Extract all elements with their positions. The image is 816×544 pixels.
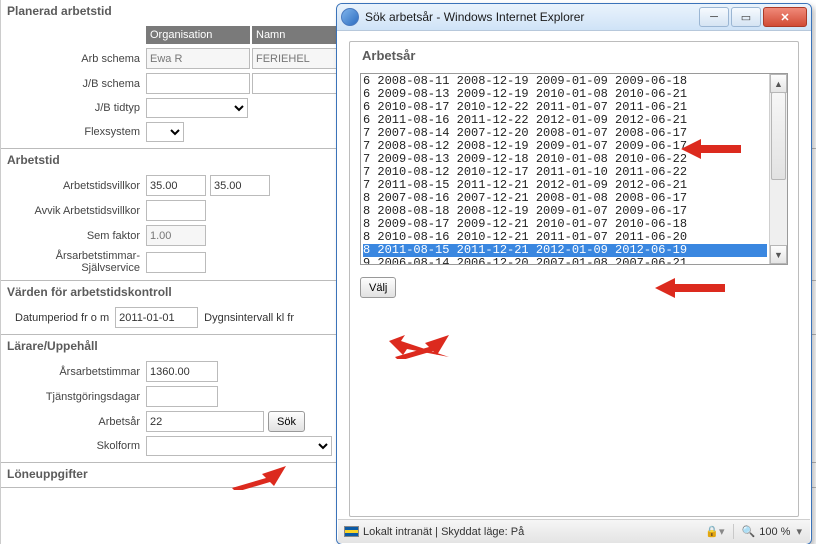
close-button[interactable]: ✕ (763, 7, 807, 27)
label-arsarbetstimmar: Årsarbetstimmar (7, 366, 146, 378)
tjanst-input[interactable] (146, 386, 218, 407)
scrollbar[interactable]: ▲ ▼ (769, 74, 787, 264)
zoom-dropdown-icon[interactable]: ▾ (794, 525, 804, 538)
label-dygnsintervall: Dygnsintervall kl fr (198, 312, 294, 324)
jb-schema-namn-input[interactable] (252, 73, 340, 94)
ie-icon (341, 8, 359, 26)
maximize-button[interactable]: ▭ (731, 7, 761, 27)
arb-schema-org-input[interactable] (146, 48, 250, 69)
datumperiod-input[interactable] (115, 307, 198, 328)
label-tjanst: Tjänstgöringsdagar (7, 391, 146, 403)
arb-schema-namn-input[interactable] (252, 48, 340, 69)
panel-title: Arbetsår (362, 48, 788, 63)
arbetsar-input[interactable] (146, 411, 264, 432)
avvik-input[interactable] (146, 200, 206, 221)
label-datumperiod: Datumperiod fr o m (7, 312, 115, 324)
label-arb-schema: Arb schema (7, 53, 146, 65)
status-zoom: 100 % (759, 526, 790, 538)
zone-flag-icon (344, 526, 359, 537)
arsarbetstimmar-input[interactable] (146, 361, 218, 382)
label-arsarbets-sjalv: Årsarbetstimmar-Självservice (7, 250, 146, 274)
zoom-icon[interactable]: 🔍 (742, 525, 756, 538)
skolform-select[interactable] (146, 436, 332, 456)
arbetstidsvillkor2-input[interactable] (210, 175, 270, 196)
col-namn: Namn (252, 26, 340, 44)
label-avvik: Avvik Arbetstidsvillkor (7, 205, 146, 217)
window-title: Sök arbetsår - Windows Internet Explorer (365, 10, 699, 24)
col-organisation: Organisation (146, 26, 250, 44)
sem-faktor-input[interactable] (146, 225, 206, 246)
scroll-up-icon[interactable]: ▲ (770, 74, 787, 93)
label-arbetstidsvillkor: Arbetstidsvillkor (7, 180, 146, 192)
jb-schema-org-input[interactable] (146, 73, 250, 94)
label-flexsystem: Flexsystem (7, 126, 146, 138)
valj-button[interactable]: Välj (360, 277, 396, 298)
list-item[interactable]: 9 2006-08-14 2006-12-20 2007-01-08 2007-… (363, 257, 767, 264)
year-listbox[interactable]: 6 2008-08-11 2008-12-19 2009-01-09 2009-… (361, 74, 769, 264)
scroll-down-icon[interactable]: ▼ (770, 245, 787, 264)
search-year-window: Sök arbetsår - Windows Internet Explorer… (336, 3, 812, 544)
label-arbetsar: Arbetsår (7, 416, 146, 428)
minimize-button[interactable]: ─ (699, 7, 729, 27)
label-jb-schema: J/B schema (7, 78, 146, 90)
arsarbets-sjalv-input[interactable] (146, 252, 206, 273)
flexsystem-select[interactable] (146, 122, 184, 142)
label-sem-faktor: Sem faktor (7, 230, 146, 242)
label-skolform: Skolform (7, 440, 146, 452)
sok-button[interactable]: Sök (268, 411, 305, 432)
jb-tidtyp-select[interactable] (146, 98, 248, 118)
label-jb-tidtyp: J/B tidtyp (7, 102, 146, 114)
scroll-thumb[interactable] (771, 92, 786, 180)
status-zone: Lokalt intranät | Skyddat läge: På (363, 526, 524, 538)
arbetstidsvillkor1-input[interactable] (146, 175, 206, 196)
security-icon[interactable]: 🔒▾ (705, 525, 724, 538)
